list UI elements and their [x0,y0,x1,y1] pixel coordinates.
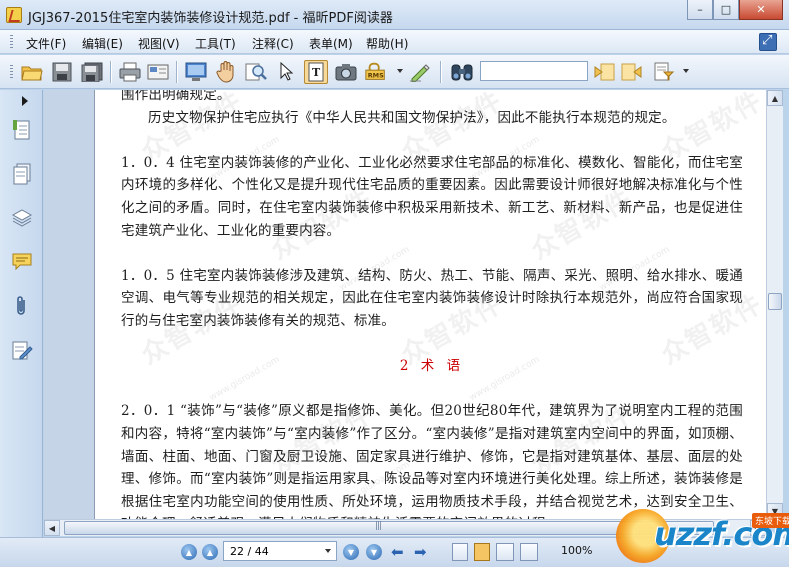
continuous-view-icon[interactable] [474,543,490,561]
continuous-facing-view-icon[interactable] [520,543,538,561]
minimize-button[interactable]: – [687,0,713,20]
find-options-dropdown-icon[interactable] [683,69,689,73]
page-dropdown-icon[interactable] [325,549,331,553]
toolbar-separator [110,61,111,83]
hand-tool-icon[interactable] [214,60,238,84]
attachments-icon[interactable] [10,294,34,318]
menu-bar: 文件(F) 编辑(E) 视图(V) 工具(T) 注释(C) 表单(M) 帮助(H… [0,30,789,54]
logo-badge: 东坡下载 [752,513,789,528]
signature-icon[interactable] [10,338,34,362]
toolbar-separator [440,61,441,83]
menu-comment[interactable]: 注释(C) [252,35,294,52]
close-button[interactable]: ✕ [739,0,783,20]
paragraph: 2．0．1 “装饰”与“装修”原义都是指修饰、美化。但20世纪80年代，建筑界为… [121,403,743,519]
snapshot-icon[interactable] [334,60,358,84]
single-page-view-icon[interactable] [452,543,468,561]
sign-pen-icon[interactable] [408,60,432,84]
zoom-level[interactable]: 100% [561,544,592,557]
find-options-icon[interactable] [652,60,676,84]
paragraph: 1．0．5 住宅室内装饰装修涉及建筑、结构、防火、热工、节能、隔声、采光、照明、… [121,267,743,329]
section-heading: 2 术 语 [399,358,465,375]
paragraph: 1．0．4 住宅室内装饰装修的产业化、工业化必然要求住宅部品的标准化、模数化、智… [121,154,743,239]
save-icon[interactable] [50,60,74,84]
menu-form[interactable]: 表单(M) [309,35,353,52]
app-icon [6,7,22,23]
layers-icon[interactable] [10,206,34,230]
page-number-input[interactable]: 22 / 44 [223,541,337,561]
find-next-icon[interactable] [620,60,644,84]
next-page-icon[interactable]: ▼ [343,544,359,560]
facing-view-icon[interactable] [496,543,514,561]
save-all-icon[interactable] [80,60,104,84]
rms-dropdown-icon[interactable] [397,69,403,73]
toolbar-grip[interactable] [10,65,13,79]
svg-text:RMS: RMS [368,72,384,80]
first-page-icon[interactable]: ▲ [181,544,197,560]
scroll-left-button[interactable]: ◀ [44,520,60,536]
panel-expand-icon[interactable] [22,96,28,106]
bookmarks-icon[interactable] [10,118,34,142]
window-title: JGJ367-2015住宅室内装饰装修设计规范.pdf - 福昕PDF阅读器 [28,11,393,26]
search-input[interactable] [480,61,588,81]
prev-page-icon[interactable]: ▲ [202,544,218,560]
last-page-icon[interactable]: ▼ [366,544,382,560]
pages-icon[interactable] [10,162,34,186]
menu-grip[interactable] [10,35,13,49]
menu-tools[interactable]: 工具(T) [195,35,236,52]
vertical-scroll-thumb[interactable] [768,293,782,310]
fullscreen-icon[interactable] [184,60,208,84]
menu-edit[interactable]: 编辑(E) [82,35,123,52]
document-view[interactable]: 众智软件 众智软件 众智软件 众智软件 众智软件 众智软件 众智软件 众智软件 … [44,90,766,519]
title-bar: JGJ367-2015住宅室内装饰装修设计规范.pdf - 福昕PDF阅读器 –… [0,0,789,30]
find-prev-icon[interactable] [592,60,616,84]
maximize-button[interactable]: □ [713,0,739,20]
paragraph: 围作出明确规定。 [121,90,231,103]
pdf-page: 众智软件 众智软件 众智软件 众智软件 众智软件 众智软件 众智软件 众智软件 … [94,90,766,519]
email-icon[interactable] [146,60,170,84]
rms-icon[interactable]: RMS [364,60,388,84]
open-folder-icon[interactable] [20,60,44,84]
site-logo: uzzf.com 东坡下载 [610,503,789,565]
navigation-panel [0,90,43,540]
window-controls: – □ ✕ [687,0,783,20]
vertical-scrollbar[interactable]: ▲ ▼ [766,90,783,519]
toolbar-separator [176,61,177,83]
forward-arrow-icon[interactable]: ➡ [414,544,432,560]
menu-file[interactable]: 文件(F) [26,35,66,52]
zoom-tool-icon[interactable] [244,60,268,84]
select-arrow-icon[interactable] [274,60,298,84]
paragraph: 历史文物保护住宅应执行《中华人民共和国文物保护法》，因此不能执行本规范的规定。 [148,109,676,126]
text-select-icon[interactable]: T [304,60,328,84]
menu-view[interactable]: 视图(V) [138,35,180,52]
comments-icon[interactable] [10,250,34,274]
scroll-up-button[interactable]: ▲ [767,90,783,106]
back-arrow-icon[interactable]: ⬅ [391,544,409,560]
print-icon[interactable] [118,60,142,84]
document-text: 围作出明确规定。历史文物保护住宅应执行《中华人民共和国文物保护法》，因此不能执行… [121,90,743,519]
binoculars-icon[interactable] [450,60,474,84]
menu-help[interactable]: 帮助(H) [366,35,408,52]
svg-text:T: T [312,66,321,79]
expand-icon[interactable] [759,33,777,51]
